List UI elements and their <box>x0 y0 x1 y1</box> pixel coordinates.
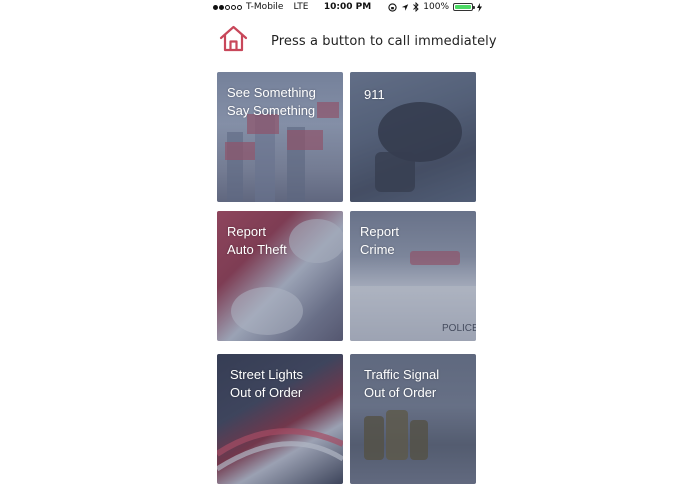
report-auto-theft-button[interactable]: Report Auto Theft <box>217 211 343 341</box>
tile-label: Traffic Signal Out of Order <box>364 367 440 400</box>
battery-icon <box>453 3 475 11</box>
bluetooth-icon <box>413 2 419 12</box>
tile-label: 911 <box>364 87 385 102</box>
call-911-button[interactable]: 911 <box>350 72 476 202</box>
battery-percent: 100% <box>423 2 449 12</box>
status-bar: T-Mobile LTE 10:00 PM 100% <box>0 0 695 16</box>
tile-label: Report Auto Theft <box>227 224 287 257</box>
tile-label: Street Lights Out of Order <box>230 367 303 400</box>
home-button[interactable] <box>219 25 248 52</box>
tile-label: Report Crime <box>360 224 400 257</box>
report-crime-button[interactable]: POLICE Report Crime <box>350 211 476 341</box>
tile-label: See Something Say Something <box>227 85 316 118</box>
home-icon <box>219 25 248 52</box>
street-lights-out-of-order-button[interactable]: Street Lights Out of Order <box>217 354 343 484</box>
traffic-signal-out-of-order-button[interactable]: Traffic Signal Out of Order <box>350 354 476 484</box>
instruction-text: Press a button to call immediately <box>271 34 497 49</box>
charging-bolt-icon <box>477 2 482 12</box>
lock-rotation-icon <box>388 2 397 12</box>
see-something-say-something-button[interactable]: See Something Say Something <box>217 72 343 202</box>
location-arrow-icon <box>402 3 409 11</box>
status-time: 10:00 PM <box>323 2 372 12</box>
status-right: 100% <box>388 2 482 12</box>
